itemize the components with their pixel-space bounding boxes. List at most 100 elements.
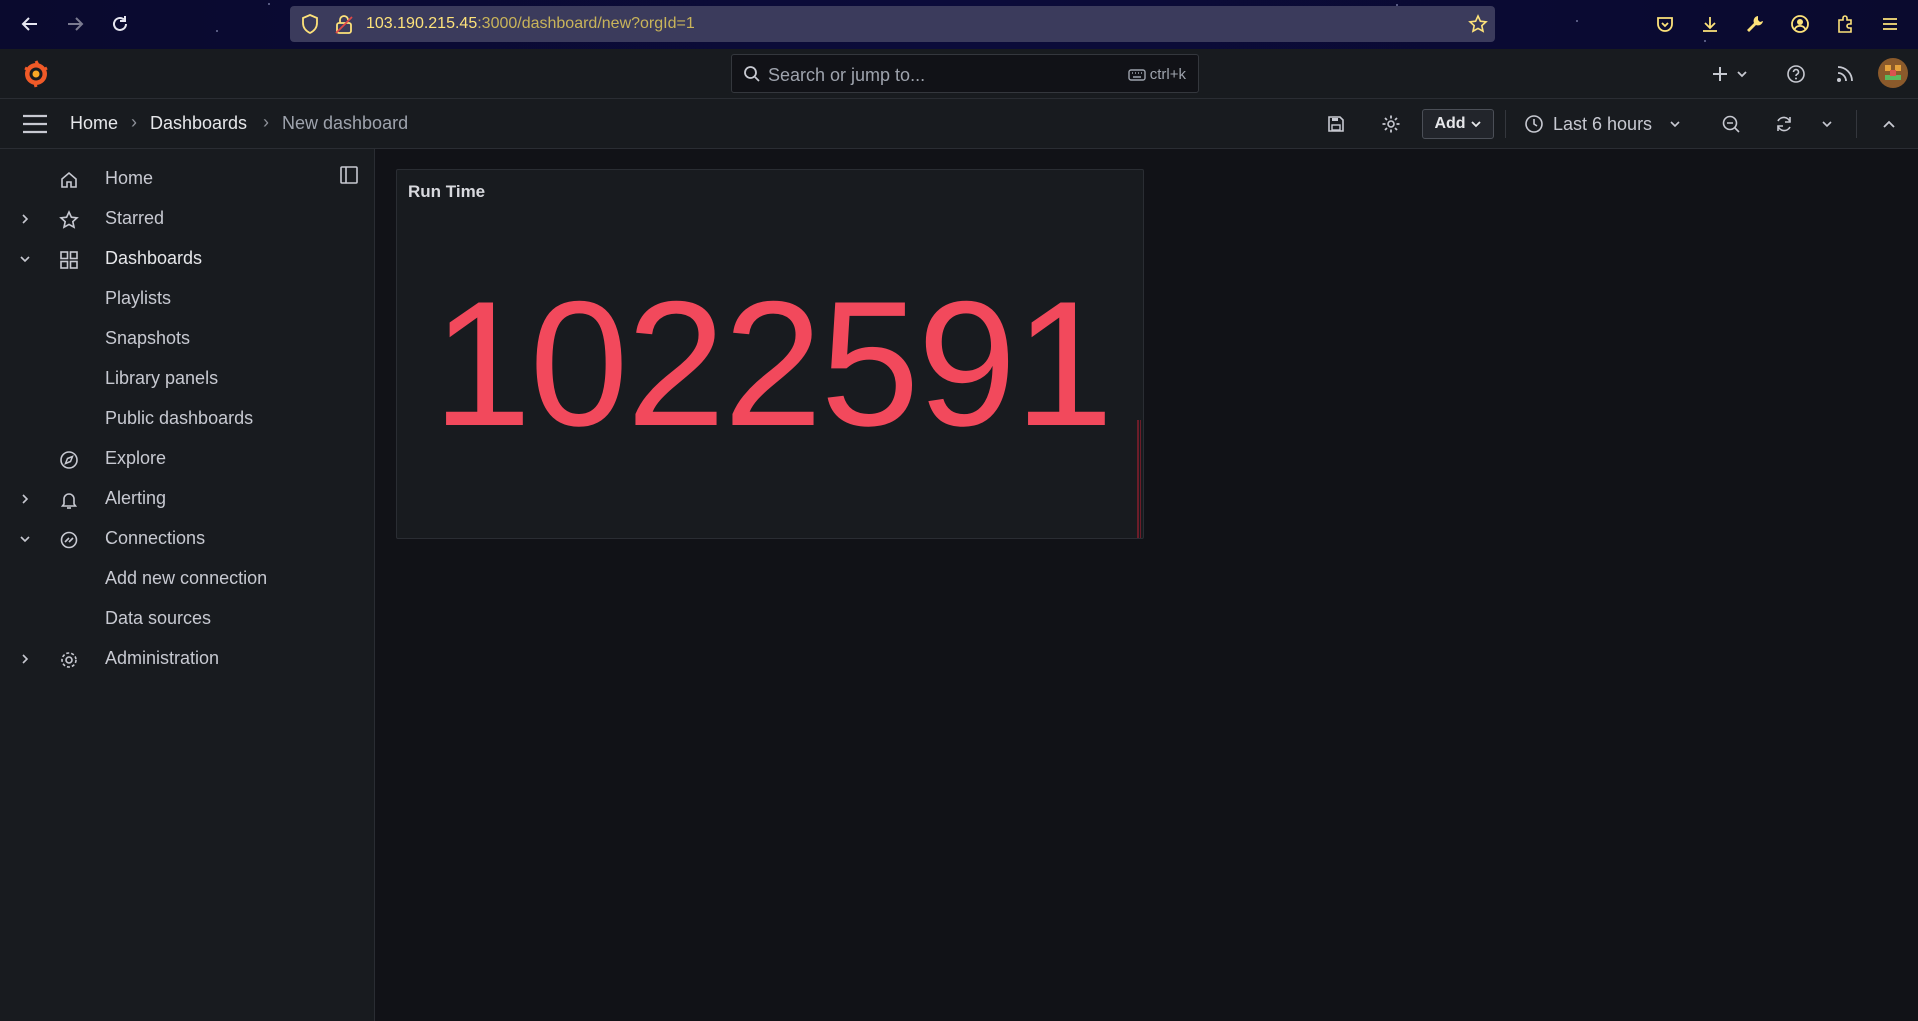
- chevron-right-icon: ›: [131, 112, 137, 132]
- gear-icon: [1382, 115, 1400, 133]
- refresh-interval-button[interactable]: [1815, 108, 1839, 140]
- hamburger-icon: [23, 114, 47, 134]
- grafana-logo-icon[interactable]: [22, 60, 50, 88]
- sidebar-item-label: Public dashboards: [105, 408, 254, 428]
- home-icon: [58, 169, 80, 191]
- save-dashboard-button[interactable]: [1322, 108, 1350, 140]
- dashboard-settings-button[interactable]: [1377, 108, 1405, 140]
- background-star: [1576, 20, 1578, 22]
- pocket-icon[interactable]: [1653, 12, 1677, 36]
- clock-icon: [1525, 115, 1543, 133]
- add-label: Add: [1434, 115, 1466, 132]
- stat-value: 1022591: [432, 264, 1114, 463]
- reload-icon: [113, 16, 127, 31]
- background-star: [1704, 40, 1706, 42]
- sidebar-item-home[interactable]: Home: [0, 159, 375, 199]
- compass-icon: [58, 449, 80, 471]
- sidebar-item-add-new-connection[interactable]: Add new connection: [0, 559, 375, 599]
- arrow-right-icon: [68, 17, 84, 31]
- chevron-right-icon[interactable]: [16, 650, 34, 668]
- sidebar-item-playlists[interactable]: Playlists: [0, 279, 375, 319]
- plus-icon: [1713, 67, 1747, 81]
- browser-toolbar: 103.190.215.45:3000/dashboard/new?orgId=…: [0, 0, 1918, 49]
- breadcrumb-dashboards[interactable]: Dashboards: [150, 113, 247, 134]
- stat-panel[interactable]: Run Time 1022591: [396, 169, 1144, 539]
- new-menu-button[interactable]: [1710, 62, 1756, 86]
- sidebar-item-snapshots[interactable]: Snapshots: [0, 319, 375, 359]
- url-host: 103.190.215.45: [366, 15, 478, 32]
- sidebar-item-starred[interactable]: Starred: [0, 199, 375, 239]
- sidebar-item-label: Playlists: [105, 288, 172, 308]
- refresh-button[interactable]: [1770, 108, 1798, 140]
- time-range-picker[interactable]: Last 6 hours: [1524, 108, 1684, 140]
- forward-button[interactable]: [61, 10, 89, 38]
- search-input[interactable]: Search or jump to... ctrl+k: [731, 54, 1199, 93]
- sidebar-item-library-panels[interactable]: Library panels: [0, 359, 375, 399]
- url-bar[interactable]: 103.190.215.45:3000/dashboard/new?orgId=…: [290, 6, 1495, 42]
- sidebar-item-connections[interactable]: Connections: [0, 519, 375, 559]
- sidebar-item-data-sources[interactable]: Data sources: [0, 599, 375, 639]
- collapse-toolbar-button[interactable]: [1876, 108, 1902, 140]
- bell-icon: [58, 489, 80, 511]
- search-shortcut: ctrl+k: [1128, 66, 1186, 83]
- save-icon: [1328, 116, 1344, 132]
- bookmark-star-icon[interactable]: [1466, 12, 1490, 36]
- chevron-down-icon[interactable]: [16, 250, 34, 268]
- add-button[interactable]: Add: [1422, 109, 1494, 139]
- sidebar-item-label: Connections: [105, 528, 206, 548]
- sidebar-item-alerting[interactable]: Alerting: [0, 479, 375, 519]
- panel-title[interactable]: Run Time: [408, 182, 485, 202]
- arrow-left-icon: [21, 17, 37, 31]
- grafana-topbar: Search or jump to... ctrl+k: [0, 49, 1918, 99]
- panel-resize-handle[interactable]: [1137, 420, 1141, 538]
- chevron-right-icon[interactable]: [16, 210, 34, 228]
- url-path: :3000/dashboard/new?orgId=1: [477, 15, 695, 32]
- wrench-icon[interactable]: [1743, 12, 1767, 36]
- url-text: 103.190.215.45:3000/dashboard/new?orgId=…: [366, 15, 695, 33]
- sidebar-item-label: Administration: [105, 648, 220, 668]
- keyboard-icon: [1128, 68, 1146, 81]
- connections-icon: [58, 529, 80, 551]
- sidebar-item-label: Library panels: [105, 368, 219, 388]
- background-star: [216, 30, 218, 32]
- chevron-down-icon: [1470, 121, 1481, 128]
- toolbar-divider: [1505, 110, 1506, 138]
- sidebar-item-label: Data sources: [105, 608, 212, 628]
- sidebar-item-label: Add new connection: [105, 568, 268, 588]
- cog-icon: [58, 649, 80, 671]
- sidebar-item-administration[interactable]: Administration: [0, 639, 375, 679]
- reload-button[interactable]: [106, 10, 134, 38]
- chevron-right-icon: ›: [263, 112, 269, 132]
- time-range-label: Last 6 hours: [1553, 113, 1653, 134]
- chevron-down-icon[interactable]: [16, 530, 34, 548]
- user-avatar[interactable]: [1877, 57, 1909, 89]
- zoom-out-icon: [1722, 115, 1740, 133]
- sidebar-item-dashboards[interactable]: Dashboards: [0, 239, 375, 279]
- star-icon: [58, 209, 80, 231]
- shield-icon[interactable]: [298, 12, 322, 36]
- menu-toggle-button[interactable]: [22, 113, 48, 140]
- refresh-icon: [1777, 116, 1791, 132]
- sidebar-item-public-dashboards[interactable]: Public dashboards: [0, 399, 375, 439]
- insecure-lock-icon[interactable]: [332, 12, 356, 36]
- news-rss-icon[interactable]: [1833, 62, 1857, 86]
- download-icon[interactable]: [1698, 12, 1722, 36]
- chevron-right-icon[interactable]: [16, 490, 34, 508]
- sidebar-item-label: Snapshots: [105, 328, 191, 348]
- sidebar: Home Starred Dashboards Playlists Snapsh…: [0, 149, 375, 1021]
- chevron-up-icon: [1883, 120, 1895, 128]
- extensions-icon[interactable]: [1833, 12, 1857, 36]
- sidebar-item-label: Home: [105, 168, 154, 188]
- sidebar-item-explore[interactable]: Explore: [0, 439, 375, 479]
- zoom-out-button[interactable]: [1717, 108, 1745, 140]
- breadcrumb-current: New dashboard: [282, 113, 409, 133]
- toolbar-divider: [1856, 110, 1857, 138]
- search-icon: [743, 65, 761, 88]
- back-button[interactable]: [16, 10, 44, 38]
- menu-icon[interactable]: [1878, 12, 1902, 36]
- help-icon[interactable]: [1784, 62, 1808, 86]
- account-icon[interactable]: [1788, 12, 1812, 36]
- chevron-down-icon: [1822, 121, 1832, 128]
- breadcrumb-home[interactable]: Home: [70, 113, 118, 134]
- shortcut-text: ctrl+k: [1149, 66, 1186, 83]
